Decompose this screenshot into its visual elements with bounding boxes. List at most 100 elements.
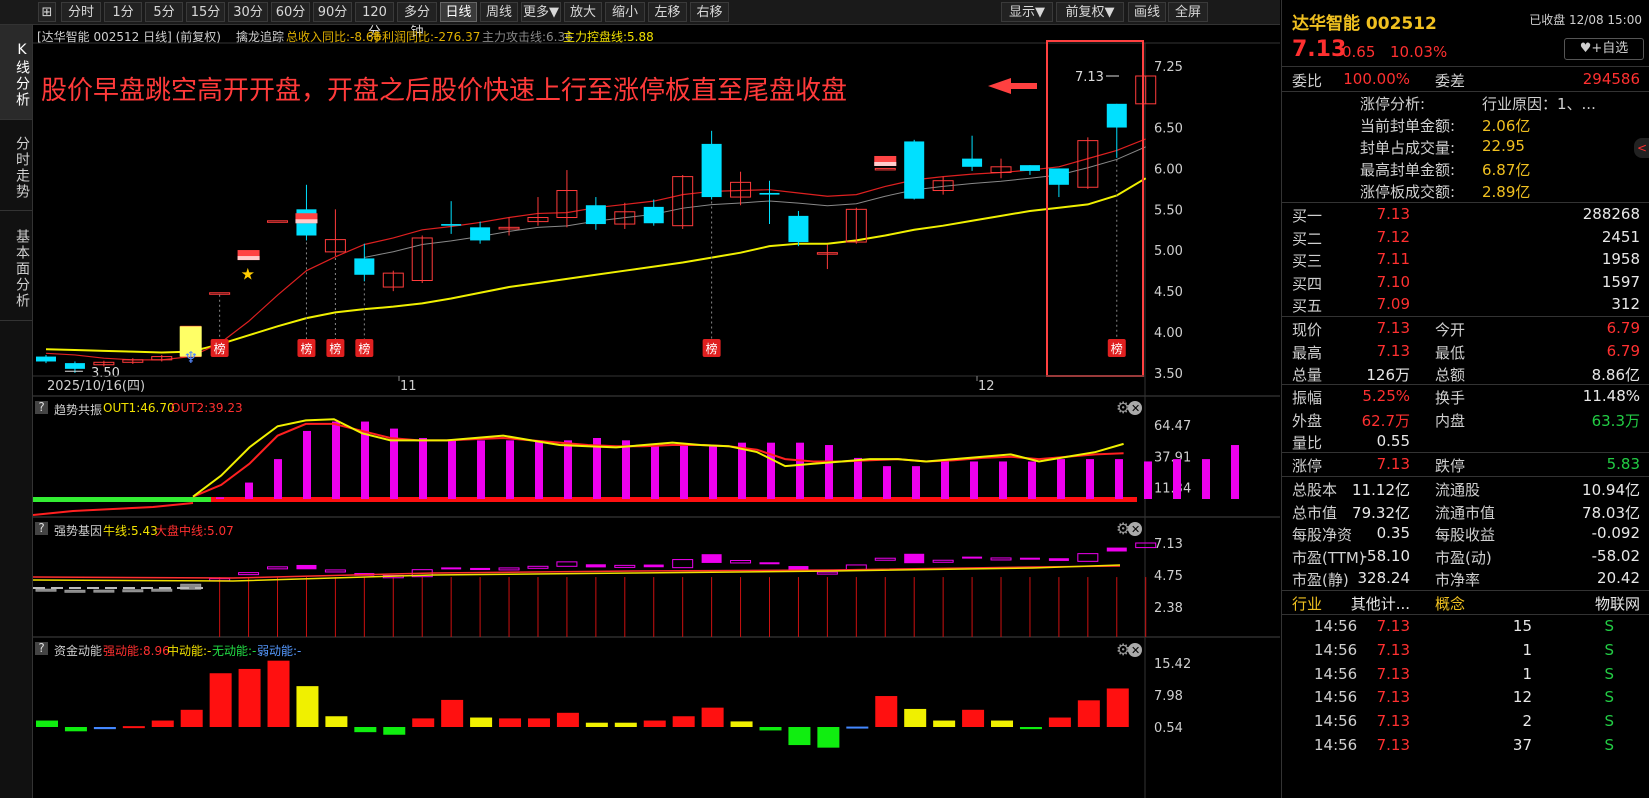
tick-volume: 1 (1522, 640, 1532, 659)
p2-y-tick: 37.91 (1154, 450, 1191, 465)
stat-label-a: 最高 (1292, 343, 1323, 362)
date-label: 2025/10/16(四) (47, 379, 145, 394)
panel4-medium: 中动能:- (167, 644, 212, 658)
toolbar-button-1[interactable]: 1分 (104, 2, 142, 22)
stat-value-a: 328.24 (1357, 569, 1411, 588)
panel3-bull-line: 牛线:5.43 (103, 524, 158, 538)
toolbar-grid-icon[interactable]: ⊞ (38, 2, 56, 22)
quote-panel: 达华智能 002512 已收盘 12/08 15:00 7.13 0.65 10… (1281, 0, 1649, 798)
stat-value-b: 11.48% (1582, 387, 1640, 405)
main-y-tick: 3.50 (1154, 367, 1183, 382)
view-tab-1[interactable]: 分时走势 (0, 120, 32, 211)
p4-bar (817, 727, 840, 748)
tick-side: S (1604, 712, 1614, 731)
stat-value-a: 7.13 (1376, 455, 1410, 473)
p4-bar (325, 716, 348, 727)
candle-body-down (1048, 168, 1069, 185)
toolbar-button-6[interactable]: 90分 (313, 2, 352, 22)
view-tab-2[interactable]: 基本面分析 (0, 211, 32, 321)
limit-analysis-value: 行业原因：1、... (1482, 95, 1596, 113)
toolbar-button-14[interactable]: 左移 (648, 2, 687, 22)
p4-bar (846, 726, 869, 729)
p4-bar (64, 727, 87, 732)
toolbar-button-5[interactable]: 60分 (271, 2, 310, 22)
p2-bar (448, 440, 456, 499)
p3-y-tick: 4.75 (1154, 569, 1183, 584)
toolbar-button-3[interactable]: 15分 (186, 2, 225, 22)
p2-bar (1086, 459, 1094, 499)
last-price-label: 7.13 (1075, 70, 1104, 85)
bid-volume: 1958 (1601, 250, 1640, 269)
stat-value-a: 7.13 (1376, 341, 1410, 360)
toolbar-button-9[interactable]: 日线 (440, 2, 477, 22)
bid-level-name: 买一 (1292, 207, 1323, 225)
p3-bar (962, 556, 983, 559)
main-y-tick: 7.25 (1154, 60, 1183, 75)
tick-volume: 12 (1512, 688, 1532, 707)
p4-bar (585, 722, 608, 727)
limit-analysis-value: 6.87亿 (1482, 161, 1531, 179)
candle-body-down (962, 158, 983, 167)
badge-label: 榜 (300, 341, 312, 356)
limit-analysis-key: 当前封单金额: (1360, 117, 1456, 135)
toolbar-button-13[interactable]: 缩小 (605, 2, 645, 22)
stat-value-b: -58.02 (1591, 546, 1640, 565)
toolbar-button-10[interactable]: 周线 (480, 2, 518, 22)
p4-bar (933, 720, 956, 727)
stat-value-b: 6.79 (1606, 341, 1640, 360)
candle-body-down (441, 224, 462, 226)
toolbar-right-button-2[interactable]: 画线 (1128, 2, 1166, 22)
toolbar-button-15[interactable]: 右移 (690, 2, 729, 22)
stat-value-b: 6.79 (1606, 319, 1640, 337)
quote-row: 现价 7.13 今开 6.79 (1282, 317, 1649, 340)
panel-close-x-icon: ✕ (1131, 644, 1140, 657)
p4-bar (643, 720, 666, 727)
toolbar-button-2[interactable]: 5分 (145, 2, 183, 22)
toolbar-button-7[interactable]: 120分 (355, 2, 394, 40)
tick-time: 14:56 (1314, 640, 1358, 659)
indicator-name: 擒龙追踪 (236, 30, 285, 44)
quote-row: 行业 其他计... 概念 物联网 (1282, 591, 1649, 614)
limit-block-shine (237, 256, 260, 261)
p3-bar (932, 559, 954, 563)
toolbar-right-button-1[interactable]: 前复权▼ (1056, 2, 1124, 22)
toolbar-button-8[interactable]: 多分钟 (397, 2, 437, 40)
p2-bar (970, 461, 978, 499)
weicha-value: 294586 (1582, 70, 1640, 88)
panel4-none: 无动能:- (212, 644, 257, 658)
p2-bar (738, 442, 746, 499)
p2-bar (999, 461, 1007, 499)
stat-label-a: 现价 (1292, 321, 1323, 339)
quote-row: 市盈(TTM) -58.10 市盈(动) -58.02 (1282, 545, 1649, 568)
p3-bar (1048, 558, 1069, 561)
toolbar-button-4[interactable]: 30分 (228, 2, 268, 22)
p2-bar (1173, 459, 1181, 499)
main-chart-title: [达华智能 002512 日线] (前复权) (37, 30, 221, 44)
panel3-help-icon[interactable]: ? (35, 522, 48, 535)
stat-value-a: 5.25% (1362, 387, 1410, 405)
p2-bar (941, 461, 949, 499)
collapse-arrow-icon[interactable]: < (1634, 138, 1649, 158)
candle-body-down (643, 206, 664, 224)
p4-bar (962, 709, 985, 727)
p2-bar (883, 466, 891, 499)
p2-bar (535, 440, 543, 499)
panel4-help-icon[interactable]: ? (35, 642, 48, 655)
p2-bar (564, 440, 572, 499)
star-icon: ★ (241, 265, 255, 284)
stat-label-b: 最低 (1435, 343, 1466, 362)
p4-bar (267, 660, 290, 727)
toolbar-right-button-3[interactable]: 全屏 (1168, 2, 1208, 22)
stat-value-b: 20.42 (1597, 569, 1640, 588)
view-tab-0[interactable]: K线分析 (0, 25, 32, 120)
toolbar-button-11[interactable]: 更多▼ (521, 2, 561, 22)
toolbar-button-0[interactable]: 分时 (61, 2, 101, 22)
quote-row: 最高封单金额: 6.87亿 (1282, 157, 1649, 180)
panel2-out1: OUT1:46.70 (103, 401, 175, 415)
p2-bar (1144, 461, 1152, 499)
panel2-help-icon[interactable]: ? (35, 401, 48, 414)
tick-price: 7.13 (1376, 617, 1410, 635)
limit-analysis-value: 2.89亿 (1482, 183, 1531, 201)
toolbar-right-button-0[interactable]: 显示▼ (1001, 2, 1053, 22)
toolbar-button-12[interactable]: 放大 (564, 2, 602, 22)
